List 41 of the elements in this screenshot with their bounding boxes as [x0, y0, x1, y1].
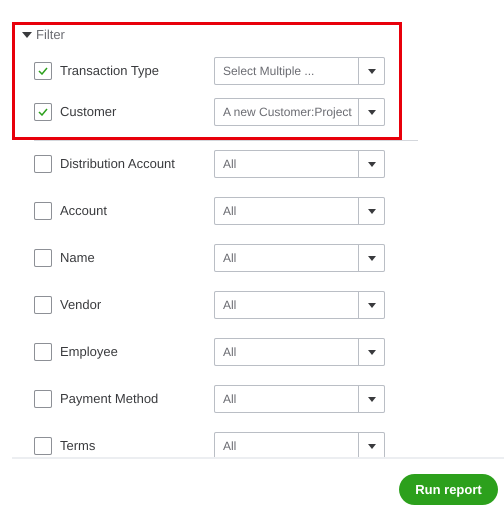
- caret-down-icon[interactable]: [22, 31, 32, 39]
- dropdown-field[interactable]: All: [214, 197, 385, 225]
- checkbox[interactable]: [34, 296, 52, 314]
- filter-label: Employee: [60, 343, 119, 362]
- caret-down-icon[interactable]: [368, 256, 376, 260]
- filter-label: Distribution Account: [60, 155, 176, 174]
- filter-label: Customer: [60, 103, 118, 122]
- checkbox[interactable]: [34, 437, 52, 455]
- caret-down-icon[interactable]: [368, 302, 376, 308]
- dropdown-field[interactable]: All: [214, 244, 385, 272]
- dropdown-field[interactable]: All: [214, 150, 385, 178]
- checkbox[interactable]: [34, 202, 52, 220]
- checkbox[interactable]: [34, 103, 52, 121]
- run-report-button[interactable]: Run report: [399, 474, 498, 505]
- filter-label: Vendor: [60, 296, 102, 314]
- checkbox[interactable]: [34, 390, 52, 408]
- checkbox[interactable]: [34, 62, 52, 80]
- filter-heading[interactable]: Filter: [36, 25, 65, 45]
- filter-label: Terms: [60, 437, 96, 456]
- filter-label: Payment Method: [60, 390, 160, 408]
- caret-down-icon[interactable]: [368, 208, 376, 214]
- dropdown-field[interactable]: All: [214, 385, 385, 413]
- dropdown-field[interactable]: All: [214, 291, 385, 319]
- filter-label: Transaction Type: [60, 62, 160, 80]
- dropdown-field[interactable]: All: [214, 338, 385, 366]
- caret-down-icon[interactable]: [368, 110, 376, 114]
- check-icon: [38, 108, 48, 116]
- caret-down-icon[interactable]: [368, 68, 376, 74]
- filter-label: Account: [60, 202, 108, 220]
- caret-down-icon[interactable]: [368, 444, 376, 448]
- caret-down-icon[interactable]: [368, 396, 376, 402]
- checkbox[interactable]: [34, 155, 52, 173]
- checkbox[interactable]: [34, 249, 52, 267]
- filter-label: Name: [60, 249, 96, 268]
- caret-down-icon[interactable]: [368, 162, 376, 166]
- check-icon: [38, 67, 48, 75]
- dropdown-field[interactable]: All: [214, 432, 385, 457]
- dropdown-field[interactable]: Select Multiple ...: [214, 57, 385, 85]
- checkbox[interactable]: [34, 343, 52, 361]
- dropdown-field[interactable]: A new Customer:Project: [214, 98, 385, 126]
- caret-down-icon[interactable]: [368, 350, 376, 354]
